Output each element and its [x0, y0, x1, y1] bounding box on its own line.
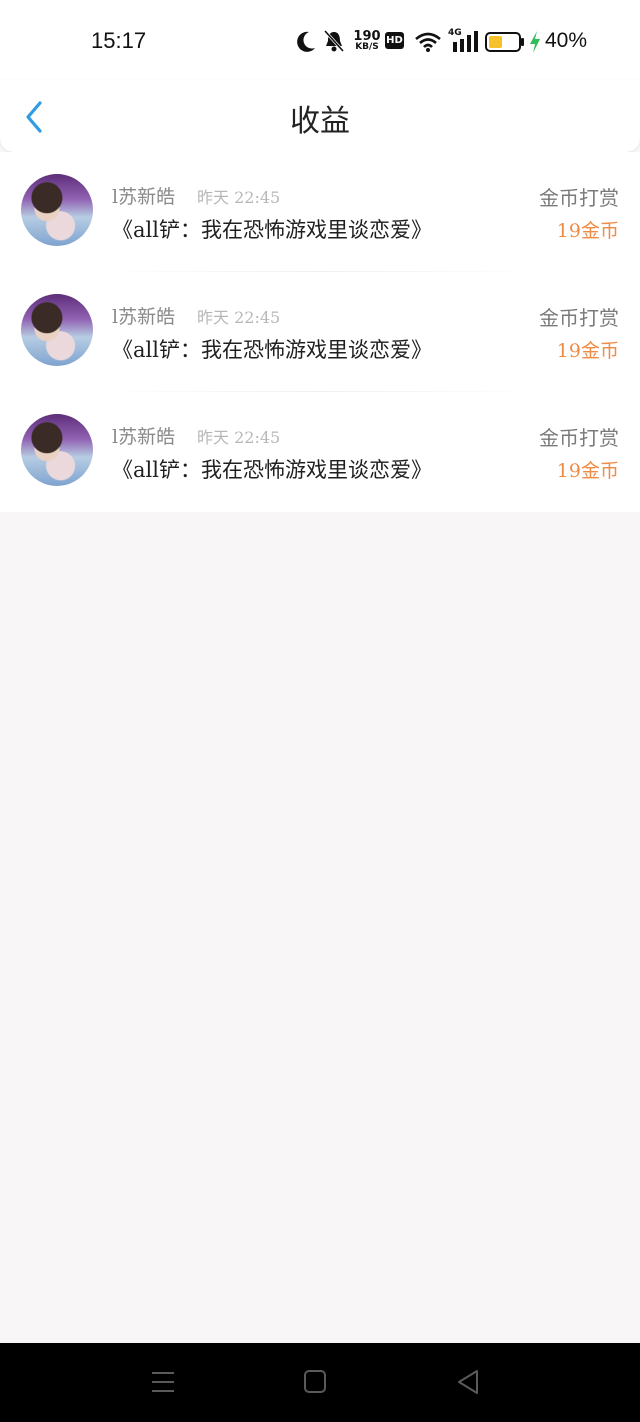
menu-icon[interactable] — [150, 1367, 176, 1397]
book-title: 《all铲：我在恐怖游戏里谈恋爱》 — [112, 338, 432, 362]
user-name: l苏新皓 — [112, 426, 176, 448]
status-time: 15:17 — [91, 28, 147, 53]
avatar[interactable] — [21, 414, 93, 486]
reward-amount: 19金币 — [557, 336, 619, 363]
amount-unit: 金币 — [580, 220, 619, 242]
amount-number: 19 — [556, 340, 581, 362]
hd-icon: HD — [385, 32, 404, 49]
list-item[interactable]: l苏新皓 昨天 22:45 《all铲：我在恐怖游戏里谈恋爱》 金币打赏 19金… — [0, 152, 640, 272]
battery-icon — [485, 32, 524, 52]
earnings-list: l苏新皓 昨天 22:45 《all铲：我在恐怖游戏里谈恋爱》 金币打赏 19金… — [0, 152, 640, 512]
reward-type: 金币打赏 — [539, 186, 619, 210]
reward-amount: 19金币 — [557, 216, 619, 243]
charging-icon — [530, 31, 540, 53]
app-header: 收益 — [0, 80, 640, 152]
amount-number: 19 — [556, 220, 581, 242]
user-name: l苏新皓 — [112, 306, 176, 328]
battery-percent: 40% — [545, 29, 588, 52]
wifi-icon — [415, 32, 441, 52]
amount-number: 19 — [556, 460, 581, 482]
entry-date: 昨天 22:45 — [197, 188, 281, 207]
avatar[interactable] — [21, 174, 93, 246]
entry-date: 昨天 22:45 — [197, 428, 281, 447]
user-name: l苏新皓 — [112, 186, 176, 208]
bell-off-icon — [323, 29, 345, 53]
signal-icon — [453, 31, 478, 52]
navigation-bar — [0, 1343, 640, 1422]
page-title: 收益 — [290, 104, 350, 139]
book-title: 《all铲：我在恐怖游戏里谈恋爱》 — [112, 218, 432, 242]
amount-unit: 金币 — [580, 340, 619, 362]
home-icon[interactable] — [302, 1367, 328, 1397]
reward-type: 金币打赏 — [539, 426, 619, 450]
network-speed: 190 KB/S — [353, 29, 381, 52]
amount-unit: 金币 — [580, 460, 619, 482]
back-triangle-icon[interactable] — [455, 1367, 481, 1397]
entry-date: 昨天 22:45 — [197, 308, 281, 327]
list-item[interactable]: l苏新皓 昨天 22:45 《all铲：我在恐怖游戏里谈恋爱》 金币打赏 19金… — [0, 272, 640, 392]
list-item[interactable]: l苏新皓 昨天 22:45 《all铲：我在恐怖游戏里谈恋爱》 金币打赏 19金… — [0, 392, 640, 512]
reward-type: 金币打赏 — [539, 306, 619, 330]
avatar[interactable] — [21, 294, 93, 366]
status-bar: 15:17 190 KB/S HD 4G 40% — [0, 0, 640, 80]
book-title: 《all铲：我在恐怖游戏里谈恋爱》 — [112, 458, 432, 482]
moon-icon — [297, 31, 315, 52]
status-icons: 190 KB/S HD 4G 40% — [290, 26, 630, 60]
reward-amount: 19金币 — [557, 456, 619, 483]
